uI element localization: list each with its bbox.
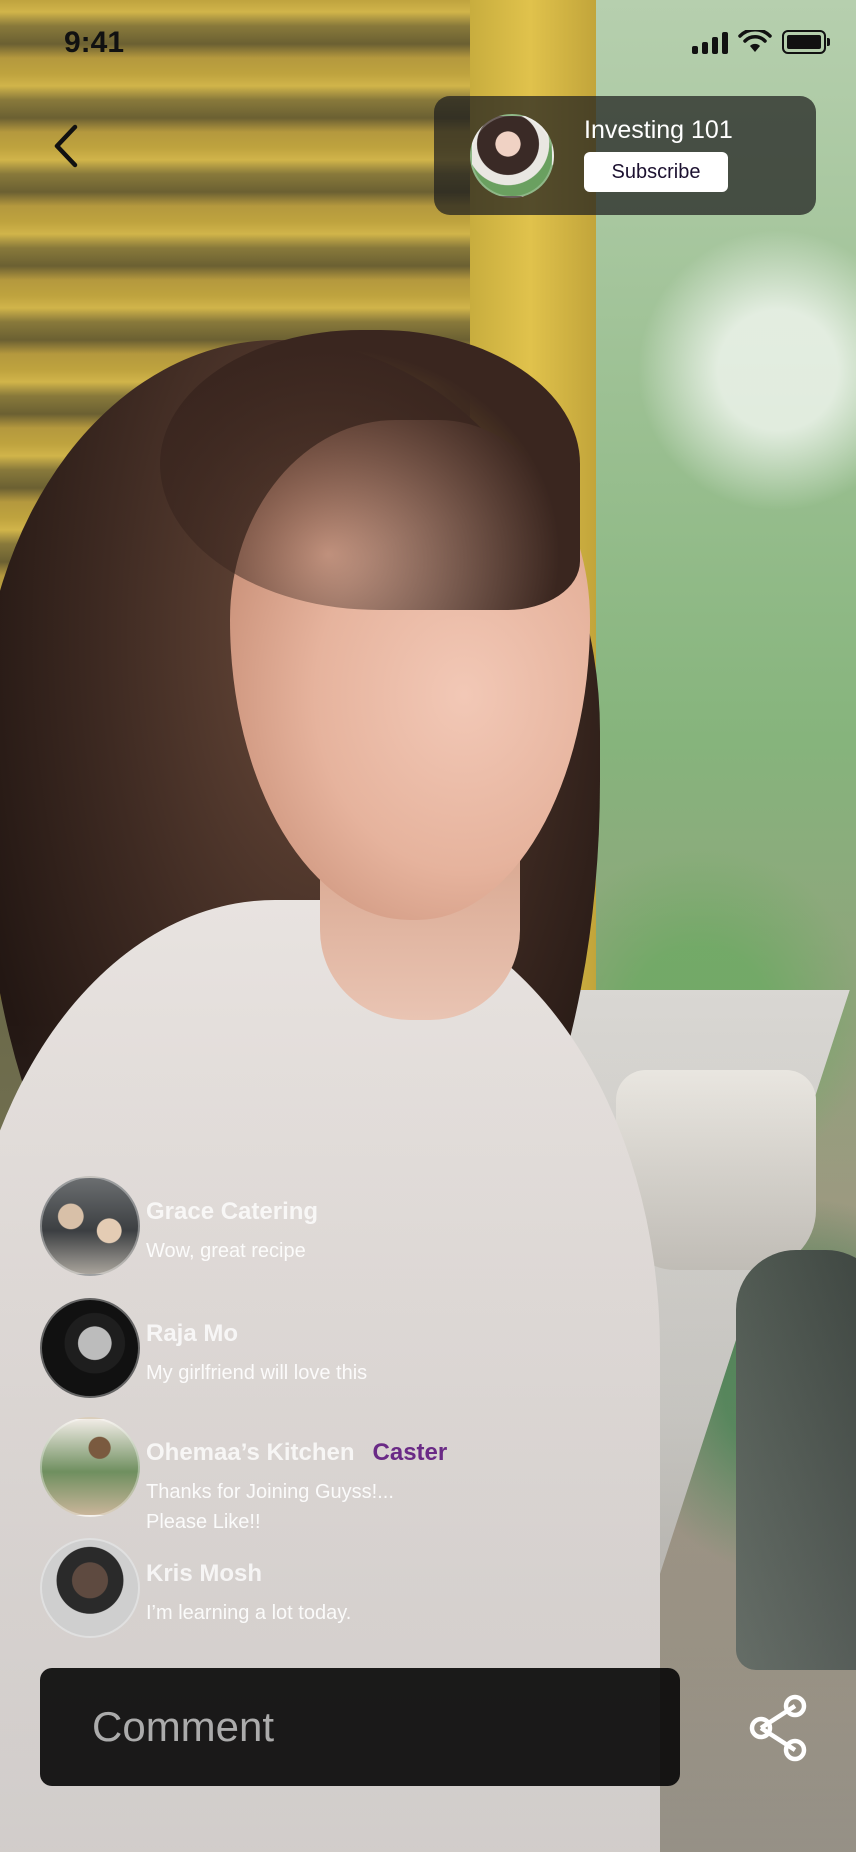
subscribe-button[interactable]: Subscribe [584,152,728,192]
status-icons [692,30,830,54]
back-button[interactable] [40,116,90,176]
comment-author-name: Ohemaa’s Kitchen [146,1439,355,1466]
comment-input[interactable] [40,1668,680,1786]
avatar[interactable] [40,1538,140,1638]
chevron-left-icon [54,124,78,168]
avatar[interactable] [40,1176,140,1276]
cellular-signal-icon [692,30,728,54]
status-bar: 9:41 [0,0,856,90]
comment-text: Thanks for Joining Guyss!... Please Like… [146,1481,394,1533]
comment-author: Kris Mosh [146,1560,263,1587]
avatar[interactable] [40,1417,140,1517]
comment-author: Grace Catering [146,1198,319,1225]
comment-author: Ohemaa’s Kitchen Caster [146,1439,447,1467]
comment-text: I’m learning a lot today. [146,1602,352,1624]
channel-avatar[interactable] [470,114,554,198]
battery-icon [782,30,830,54]
status-time: 9:41 [64,26,125,59]
share-icon [749,1694,807,1762]
avatar[interactable] [40,1298,140,1398]
comment-author: Raja Mo [146,1320,239,1347]
comment-text: Wow, great recipe [146,1240,306,1262]
wifi-icon [738,30,772,52]
share-button[interactable] [742,1690,814,1766]
channel-card: Investing 101 Subscribe [434,96,816,215]
channel-title: Investing 101 [584,116,733,144]
comment-text: My girlfriend will love this [146,1362,368,1384]
caster-tag: Caster [372,1439,448,1466]
